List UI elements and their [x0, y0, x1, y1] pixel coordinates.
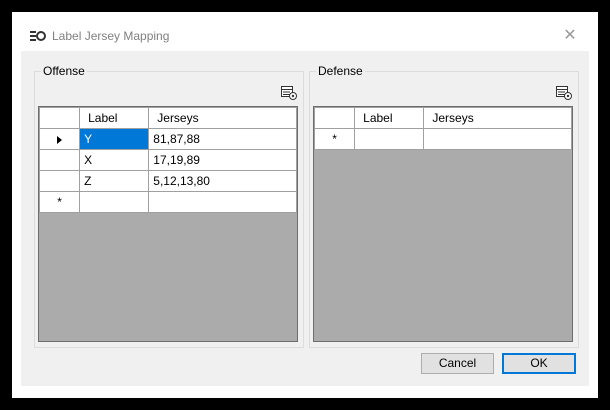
defense-header-row: Label Jerseys: [314, 107, 572, 129]
cell-label[interactable]: Z: [79, 170, 150, 192]
cell-jerseys[interactable]: 17,19,89: [148, 149, 297, 171]
offense-grid[interactable]: Label Jerseys Y 81,87,88 X 17,19,89 Z 5,…: [38, 106, 298, 342]
defense-group: Defense Label Jerseys *: [309, 64, 579, 348]
defense-col-jerseys-header[interactable]: Jerseys: [423, 107, 572, 129]
new-row-header[interactable]: *: [314, 128, 356, 150]
defense-table: Label Jerseys *: [314, 107, 572, 150]
cancel-button[interactable]: Cancel: [421, 353, 494, 374]
cell-jerseys-new[interactable]: [423, 128, 572, 150]
grid-settings-icon[interactable]: [556, 86, 572, 100]
cell-label-new[interactable]: [354, 128, 425, 150]
new-row[interactable]: *: [39, 191, 297, 213]
offense-header-row: Label Jerseys: [39, 107, 297, 129]
cell-label-new[interactable]: [79, 191, 150, 213]
cell-label[interactable]: Y: [79, 128, 150, 150]
row-header-current[interactable]: [39, 128, 81, 150]
offense-group-label: Offense: [41, 64, 87, 78]
title-bar: Label Jersey Mapping ✕: [21, 21, 589, 51]
cell-label[interactable]: X: [79, 149, 150, 171]
grid-settings-icon[interactable]: [281, 86, 297, 100]
table-row[interactable]: Y 81,87,88: [39, 128, 297, 150]
table-row[interactable]: X 17,19,89: [39, 149, 297, 171]
new-row-star-icon: *: [332, 132, 337, 146]
mapping-app-icon: [30, 31, 46, 41]
label-jersey-mapping-dialog: Label Jersey Mapping ✕ Offense Label Jer…: [21, 21, 589, 386]
row-pointer-icon: [57, 135, 63, 144]
new-row-header[interactable]: *: [39, 191, 81, 213]
offense-table: Label Jerseys Y 81,87,88 X 17,19,89 Z 5,…: [39, 107, 297, 213]
defense-grid[interactable]: Label Jerseys *: [313, 106, 573, 342]
offense-corner-cell: [39, 107, 81, 129]
new-row-star-icon: *: [57, 195, 62, 209]
table-row[interactable]: Z 5,12,13,80: [39, 170, 297, 192]
offense-col-jerseys-header[interactable]: Jerseys: [148, 107, 297, 129]
close-button[interactable]: ✕: [559, 25, 581, 47]
window-title: Label Jersey Mapping: [52, 29, 170, 43]
close-icon: ✕: [563, 27, 577, 44]
row-header[interactable]: [39, 170, 81, 192]
ok-button[interactable]: OK: [502, 353, 576, 374]
defense-corner-cell: [314, 107, 356, 129]
defense-group-label: Defense: [316, 64, 365, 78]
offense-col-label-header[interactable]: Label: [79, 107, 150, 129]
cell-jerseys-new[interactable]: [148, 191, 297, 213]
defense-col-label-header[interactable]: Label: [354, 107, 425, 129]
new-row[interactable]: *: [314, 128, 572, 150]
offense-group: Offense Label Jerseys Y 81,87,88 X 17,19…: [34, 64, 304, 348]
cell-jerseys[interactable]: 5,12,13,80: [148, 170, 297, 192]
row-header[interactable]: [39, 149, 81, 171]
cell-jerseys[interactable]: 81,87,88: [148, 128, 297, 150]
